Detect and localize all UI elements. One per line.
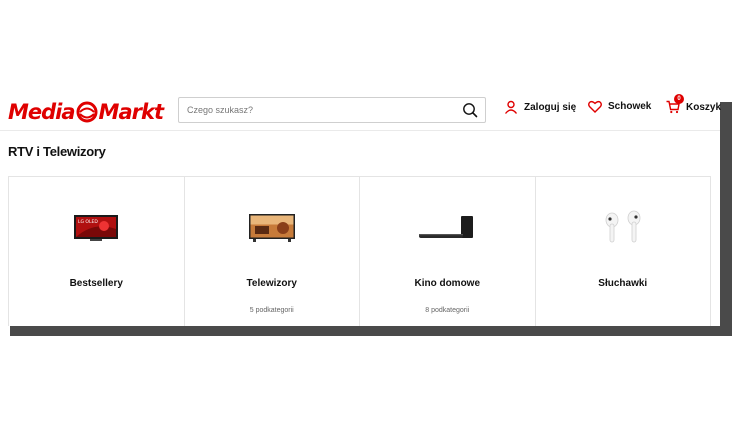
login-label: Zaloguj się: [524, 101, 577, 113]
category-tile-bestsellery[interactable]: LG OLED Bestsellery: [9, 177, 185, 326]
login-link[interactable]: Zaloguj się: [504, 100, 576, 114]
page-title: RTV i Telewizory: [8, 144, 106, 159]
cart-label: Koszyk: [686, 101, 722, 113]
wishlist-link[interactable]: Schowek: [588, 100, 651, 113]
logo-text: Media: [8, 100, 76, 124]
search-input[interactable]: [187, 98, 447, 122]
lg-oled-tv-icon: LG OLED: [66, 210, 126, 246]
category-tile-kino-domowe[interactable]: Kino domowe 8 podkategorii: [360, 177, 536, 326]
cart-link[interactable]: 0 Koszyk: [666, 94, 722, 114]
category-tile-telewizory[interactable]: Telewizory 5 podkategorii: [185, 177, 360, 326]
category-tile-sluchawki[interactable]: Słuchawki: [536, 177, 711, 326]
mediamarkt-logo[interactable]: Media Markt: [8, 99, 164, 125]
tv-icon: [242, 210, 302, 246]
category-subcount: 8 podkategorii: [425, 307, 470, 314]
heart-icon: [588, 100, 602, 113]
earbuds-icon: [593, 210, 653, 246]
user-icon: [504, 100, 518, 114]
soundbar-icon: [417, 210, 477, 246]
cart-count-badge: 0: [674, 94, 684, 104]
category-name: Słuchawki: [598, 278, 648, 289]
category-grid: LG OLED Bestsellery Telewizory 5 podkate…: [8, 176, 711, 326]
logo-text: Markt: [98, 100, 164, 124]
search-icon[interactable]: [462, 102, 478, 118]
logo-emblem-icon: [76, 101, 98, 123]
frame-shadow: [720, 102, 732, 336]
cart-icon-wrap: 0: [666, 94, 684, 114]
header-divider: [0, 130, 720, 131]
category-name: Kino domowe: [414, 278, 481, 289]
site-header: Media Markt Zaloguj się Schowek: [0, 92, 722, 130]
frame-shadow: [10, 326, 732, 336]
svg-text:LG OLED: LG OLED: [78, 219, 98, 225]
search-box: [178, 97, 486, 123]
category-subcount: 5 podkategorii: [249, 307, 294, 314]
category-name: Bestsellery: [69, 278, 123, 289]
category-name: Telewizory: [246, 278, 297, 289]
wishlist-label: Schowek: [608, 101, 652, 112]
